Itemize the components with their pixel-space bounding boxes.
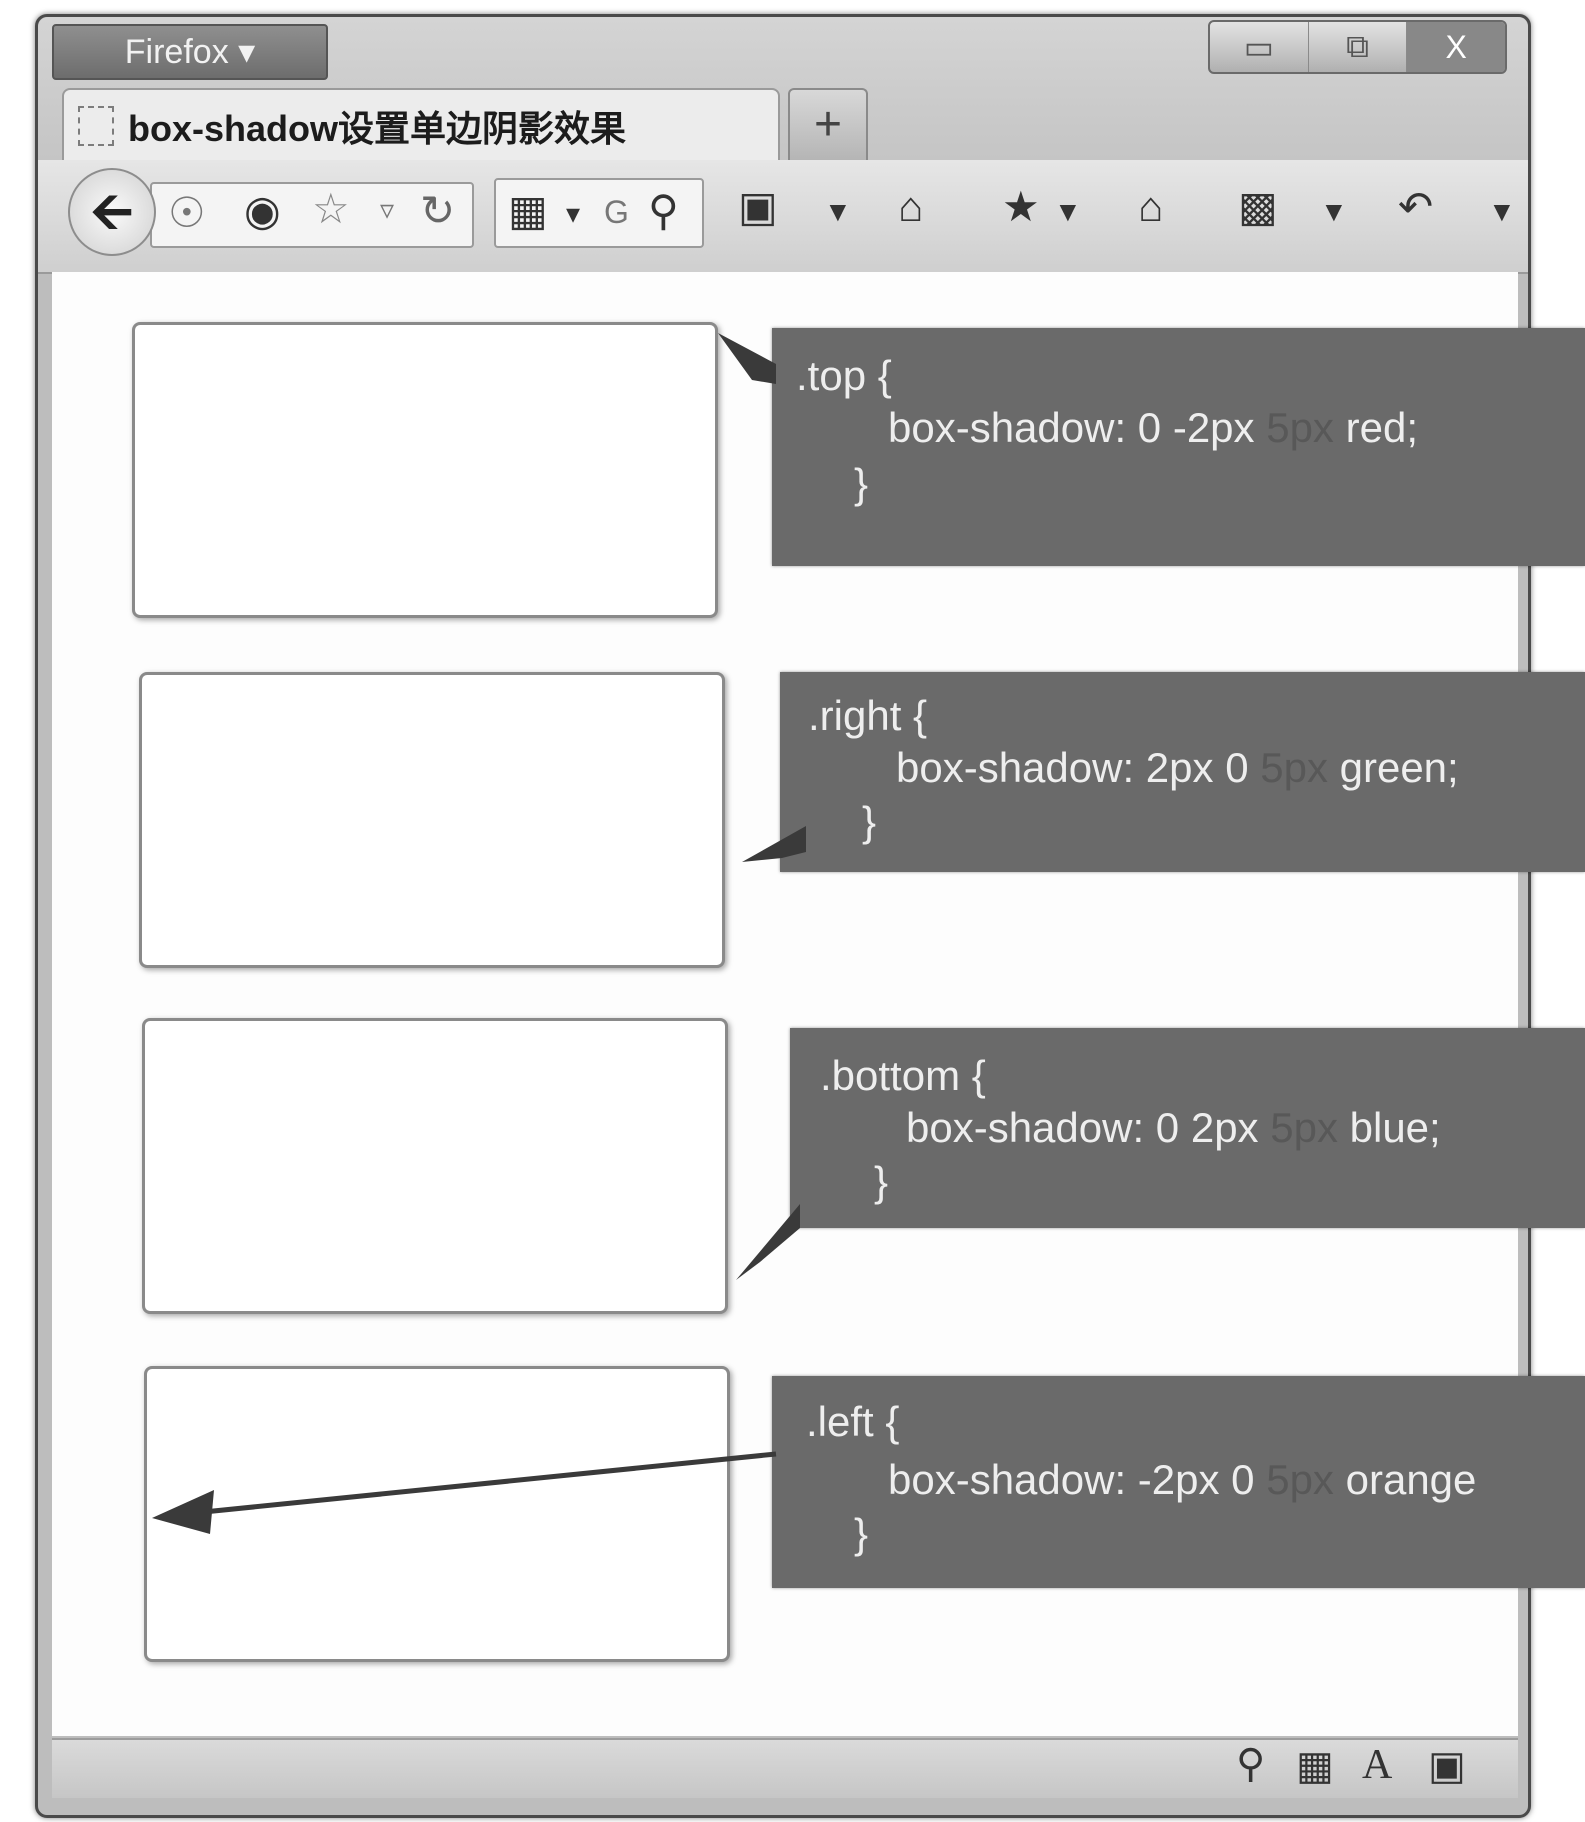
- arrow-top-pointer: [718, 333, 776, 384]
- magnifier-icon[interactable]: ⚲: [1236, 1744, 1265, 1784]
- arrow-bottom-pointer: [736, 1204, 800, 1280]
- arrow-left-head: [152, 1490, 214, 1534]
- callout-arrows: [152, 333, 806, 1534]
- window-icon[interactable]: ▣: [1428, 1746, 1466, 1786]
- arrow-right-pointer: [742, 826, 806, 862]
- arrow-left-line: [183, 1451, 777, 1517]
- reader-icon[interactable]: ▦: [1296, 1746, 1334, 1786]
- font-icon[interactable]: A: [1362, 1744, 1392, 1786]
